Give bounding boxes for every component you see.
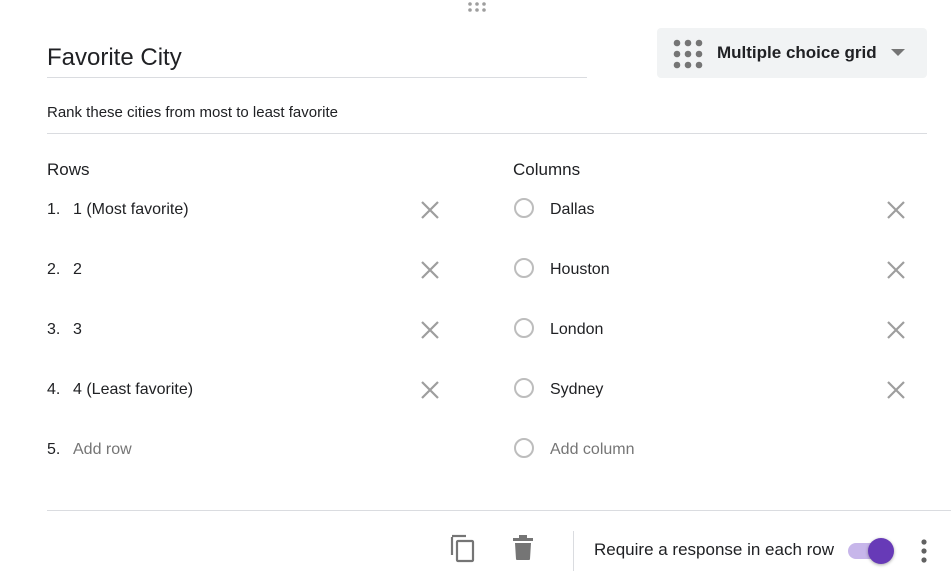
drag-handle-icon[interactable] [466, 1, 488, 13]
row-option-input[interactable]: 2 [73, 261, 82, 279]
row-option-input[interactable]: 1 (Most favorite) [73, 201, 189, 219]
copy-icon[interactable] [449, 533, 477, 563]
rows-header: Rows [47, 160, 90, 179]
column-option-input[interactable]: London [550, 321, 603, 339]
toggle-thumb[interactable] [868, 538, 894, 564]
question-type-dropdown[interactable]: Multiple choice grid [657, 28, 927, 78]
description-underline [47, 133, 927, 134]
column-option-input[interactable]: Sydney [550, 381, 603, 399]
row-number: 1. [47, 201, 61, 218]
radio-icon [514, 258, 534, 278]
grid-dots-icon [673, 39, 703, 69]
close-icon[interactable] [419, 259, 441, 281]
question-description-input[interactable]: Rank these cities from most to least fav… [47, 104, 338, 121]
footer-separator [573, 531, 574, 571]
row-number: 3. [47, 321, 61, 338]
more-vert-icon[interactable] [914, 538, 934, 564]
row-option-input[interactable]: 4 (Least favorite) [73, 381, 193, 399]
row-number: 4. [47, 381, 61, 398]
column-option-input[interactable]: Houston [550, 261, 610, 279]
row-number: 2. [47, 261, 61, 278]
radio-icon [514, 318, 534, 338]
row-number: 5. [47, 441, 61, 458]
close-icon[interactable] [885, 379, 907, 401]
chevron-down-icon [891, 49, 905, 56]
close-icon[interactable] [419, 319, 441, 341]
add-row-input[interactable]: Add row [73, 441, 132, 459]
footer-divider [47, 510, 951, 511]
radio-icon [514, 438, 534, 458]
close-icon[interactable] [419, 199, 441, 221]
close-icon[interactable] [885, 259, 907, 281]
title-underline [47, 77, 587, 78]
close-icon[interactable] [419, 379, 441, 401]
columns-header: Columns [513, 160, 581, 179]
question-type-label: Multiple choice grid [717, 43, 877, 62]
add-column-input[interactable]: Add column [550, 441, 635, 459]
question-title-input[interactable]: Favorite City [47, 44, 182, 72]
close-icon[interactable] [885, 199, 907, 221]
row-option-input[interactable]: 3 [73, 321, 82, 339]
trash-icon[interactable] [512, 535, 534, 561]
radio-icon [514, 378, 534, 398]
close-icon[interactable] [885, 319, 907, 341]
radio-icon [514, 198, 534, 218]
column-option-input[interactable]: Dallas [550, 201, 594, 219]
require-response-label: Require a response in each row [594, 540, 835, 559]
